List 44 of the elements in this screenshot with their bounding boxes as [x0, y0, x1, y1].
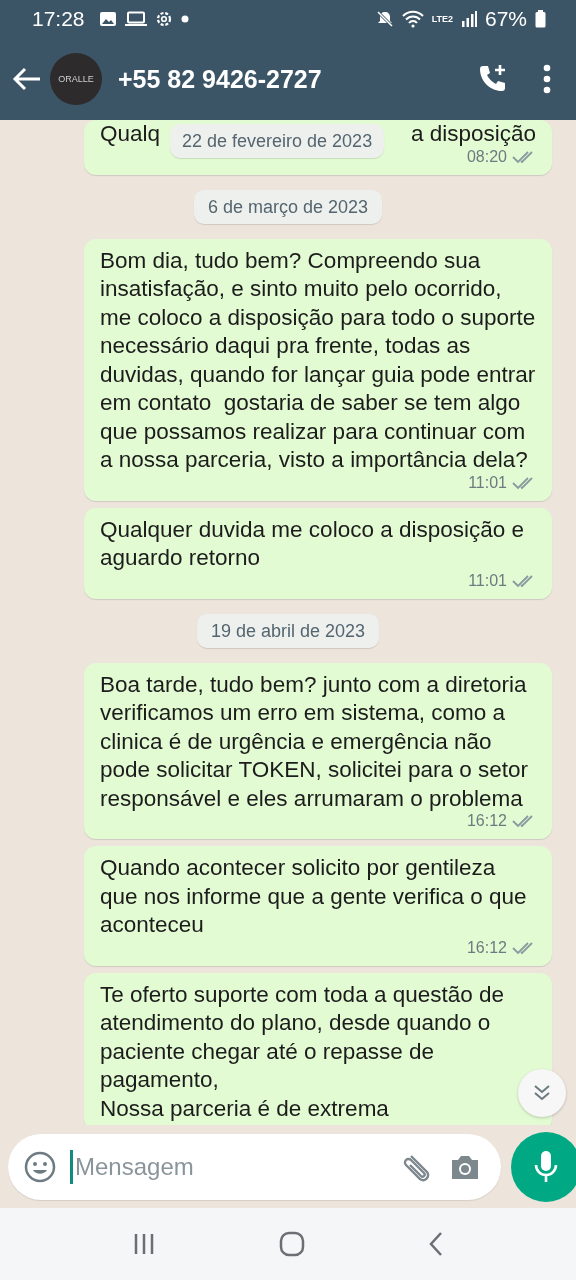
message-text: Bom dia, tudo bem? Compreendo sua insatisfação, e sinto muito pelo ocorrido, me coloco a disposição para todo o suporte necessário daqui pra frente, todas as duvidas, quando for lançar guia pode entrar em contato gostaria de saber se tem algo que possamos realizar para continuar com a nossa parceria, visto a importância dela?	[100, 246, 536, 474]
message-time: 08:20	[466, 146, 507, 167]
message-input-field[interactable]: Mensagem	[73, 1151, 387, 1182]
message-text: Quando acontecer solicito por gentileza que nos informe que a gente verifica o que aconteceu	[100, 854, 528, 939]
mute-icon	[375, 10, 394, 28]
message-bubble[interactable]: Quando acontecer solicito por gentileza que nos informe que a gente verifica o que aconteceu 16:12	[84, 846, 552, 966]
message-time: 16:12	[466, 937, 507, 958]
dot-icon	[180, 15, 189, 23]
message-text: Te oferto suporte com toda a questão de atendimento do plano, desde quando o paciente chegar até o repasse de pagamento, Nossa parceria é de extrema	[100, 980, 505, 1123]
message-text: Qualquer duvida me coloco a disposição e aguardo retorno	[100, 515, 525, 572]
message-time: 11:01	[468, 472, 507, 493]
message-bubble[interactable]: Qualquer duvida me coloco a disposição e aguardo retorno 11:01	[84, 507, 552, 599]
message-text: a disposição	[410, 120, 536, 148]
back-arrow-icon[interactable]	[12, 67, 42, 91]
home-icon[interactable]	[279, 1231, 305, 1257]
scroll-down-button[interactable]	[518, 1069, 566, 1117]
message-time: 11:01	[468, 570, 507, 591]
double-chevron-icon	[532, 1083, 552, 1103]
battery-icon	[535, 10, 546, 28]
network-label: LTE2	[431, 14, 453, 24]
avatar[interactable]: ORALLE	[50, 53, 102, 105]
more-options-icon[interactable]	[542, 63, 552, 95]
date-chip: 22 de fevereiro de 2023	[170, 124, 385, 158]
wifi-icon	[401, 10, 424, 28]
back-icon[interactable]	[428, 1231, 445, 1257]
message-bubble[interactable]	[84, 662, 552, 839]
message-bubble[interactable]: Te oferto suporte com toda a questão de atendimento do plano, desde quando o paciente chegar até o repasse de pagamento, Nossa parceria é de extrema	[84, 972, 552, 1125]
date-chip: 19 de abril de 2023	[196, 613, 380, 648]
clock-time: 17:28	[32, 7, 85, 31]
battery-percent: 67%	[484, 7, 527, 31]
laptop-icon	[124, 11, 147, 27]
image-icon	[98, 11, 117, 27]
gear-icon	[154, 10, 173, 28]
message-input-box[interactable]: Mensagem	[8, 1133, 501, 1200]
message-text: Qualq	[100, 120, 161, 148]
message-bubble[interactable]	[84, 238, 552, 501]
signal-icon	[460, 10, 477, 28]
message-text: Boa tarde, tudo bem? junto com a diretoria verificamos um erro em sistema, como a clinica é de urgência e emergência não pode solicitar TOKEN, solicitei para o setor responsável e eles arrumaram o problema	[100, 670, 530, 813]
message-time: 16:12	[466, 811, 507, 831]
contact-name[interactable]: +55 82 9426-2727	[118, 64, 322, 94]
date-chip: 6 de março de 2023	[193, 189, 383, 224]
message-bubble[interactable]: Qualq a disposição 08:20 22 de fevereiro de 2023	[84, 120, 552, 175]
emoji-icon[interactable]	[24, 1150, 56, 1183]
microphone-icon	[532, 1148, 560, 1185]
